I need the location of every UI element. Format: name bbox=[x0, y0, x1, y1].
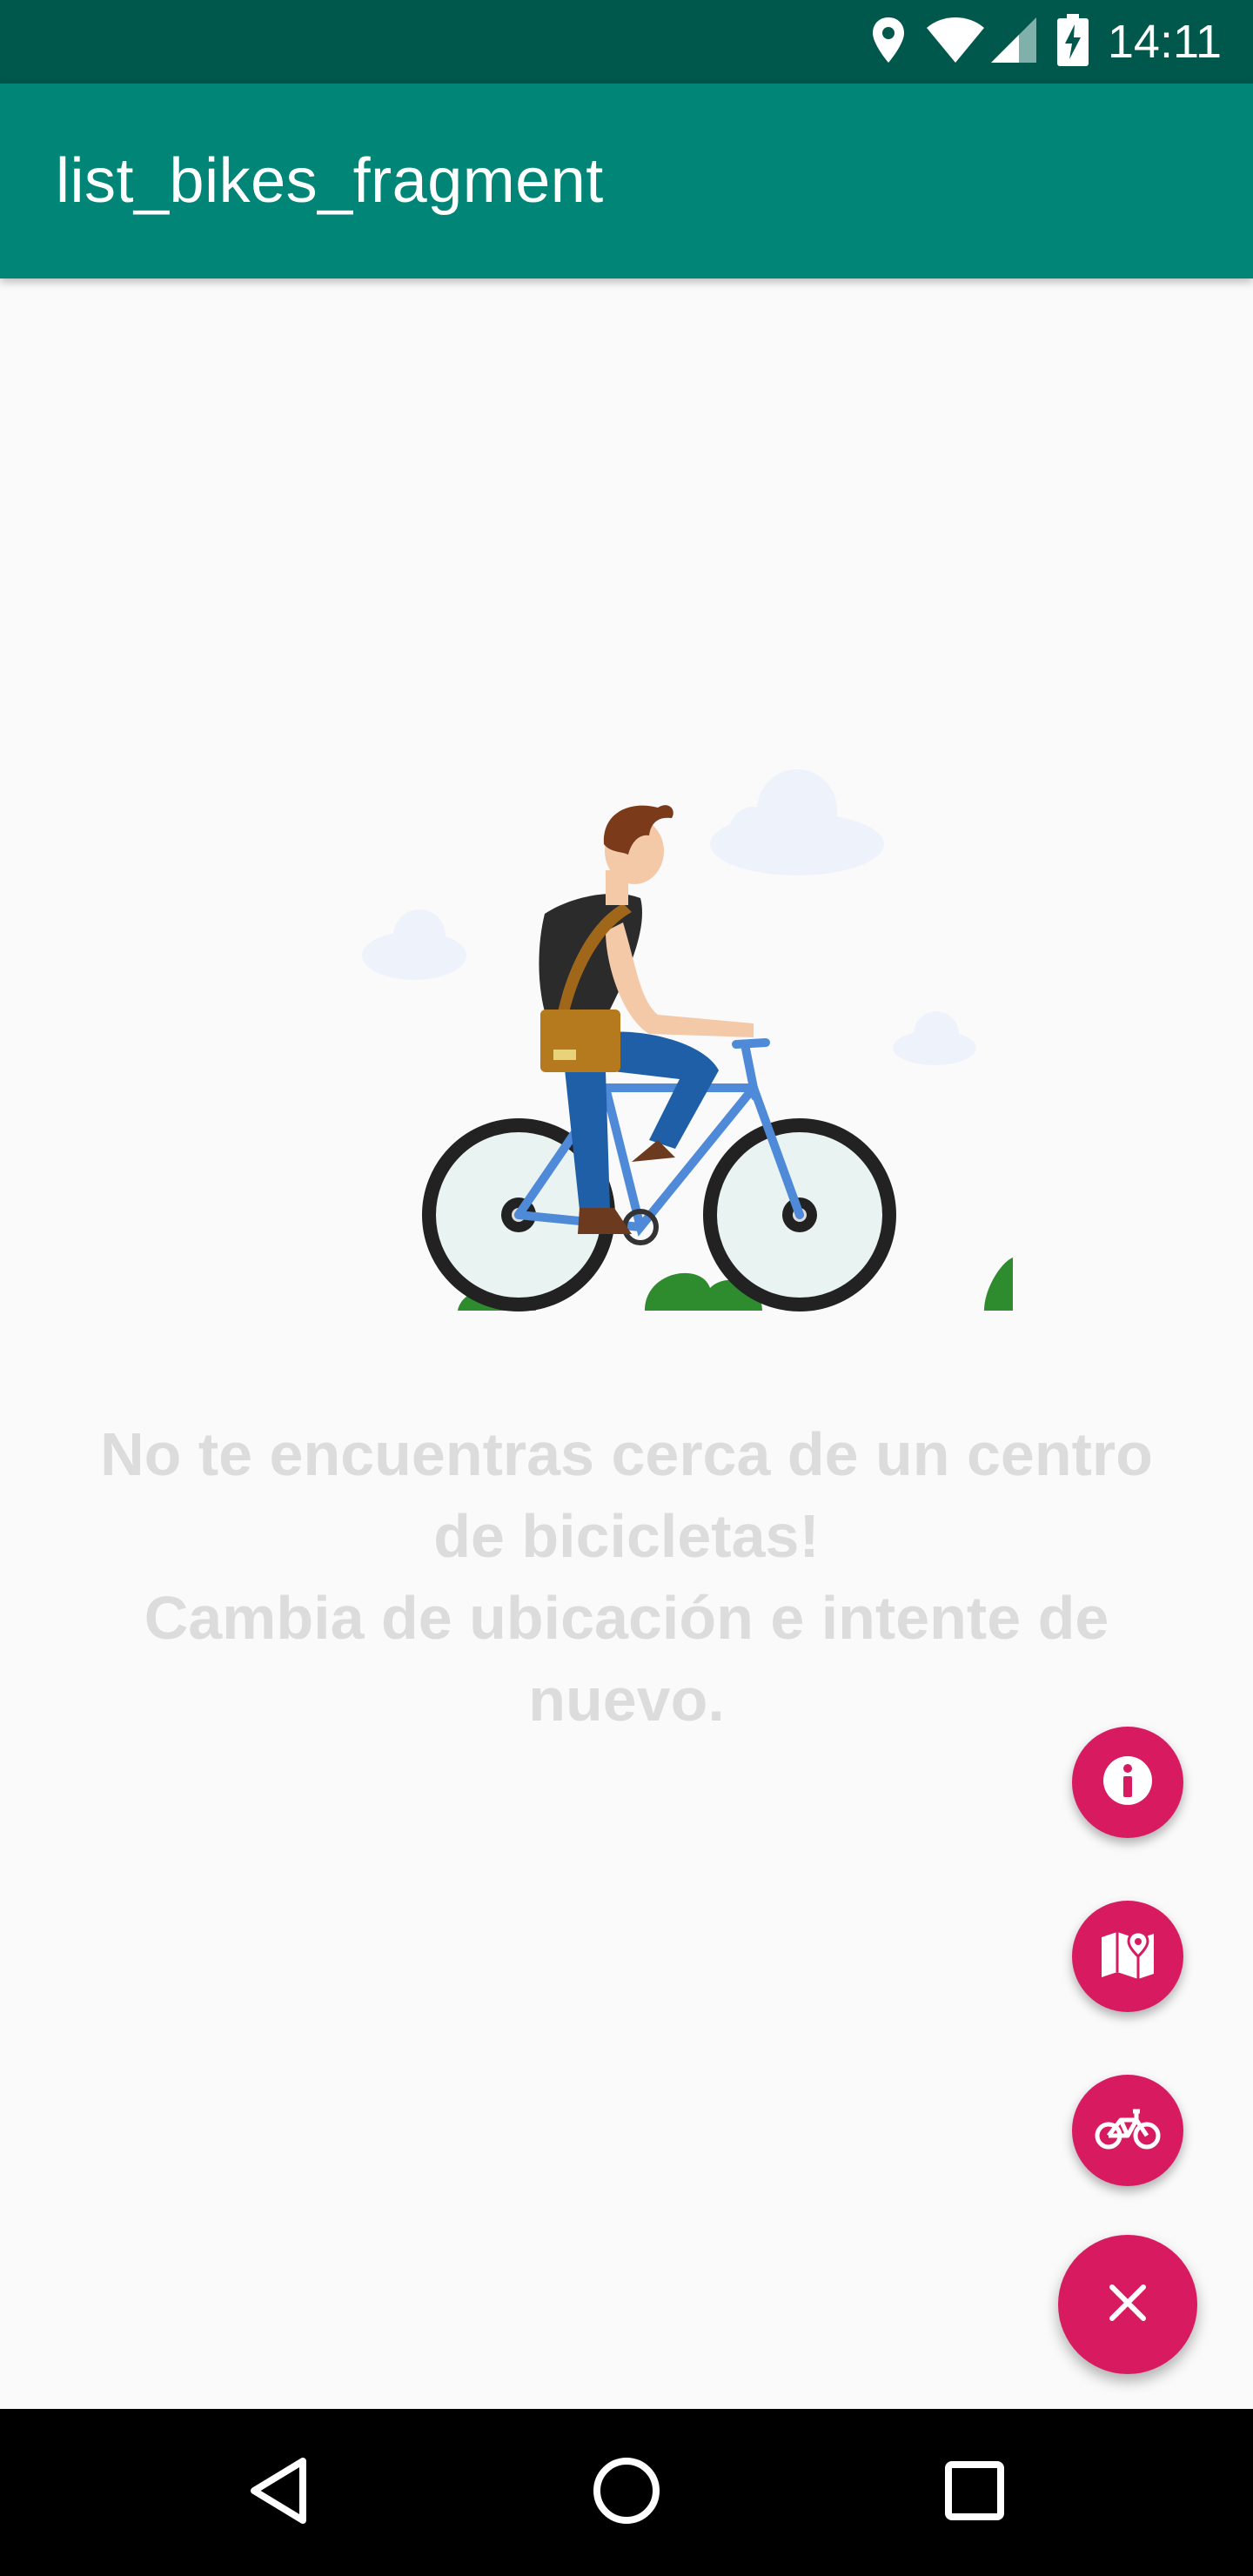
back-icon bbox=[247, 2456, 310, 2530]
info-icon bbox=[1102, 1754, 1154, 1811]
recents-button[interactable] bbox=[926, 2444, 1023, 2541]
map-fab[interactable] bbox=[1072, 1901, 1183, 2012]
home-button[interactable] bbox=[578, 2444, 675, 2541]
bike-icon bbox=[1095, 2106, 1161, 2156]
close-fab-button[interactable] bbox=[1058, 2235, 1197, 2374]
map-icon bbox=[1100, 1929, 1156, 1985]
empty-state-message: No te encuentras cerca de un centro de b… bbox=[35, 1413, 1218, 1741]
empty-state-line: No te encuentras cerca de un centro bbox=[100, 1420, 1153, 1488]
navigation-bar bbox=[0, 2409, 1253, 2576]
page-title: list_bikes_fragment bbox=[56, 146, 604, 216]
location-icon bbox=[871, 16, 906, 69]
recents-icon bbox=[943, 2459, 1006, 2526]
home-icon bbox=[592, 2456, 661, 2530]
cyclist-illustration bbox=[345, 757, 1041, 1314]
back-button[interactable] bbox=[230, 2444, 327, 2541]
info-fab[interactable] bbox=[1072, 1727, 1183, 1838]
app-bar: list_bikes_fragment bbox=[0, 84, 1253, 278]
empty-state-line: nuevo. bbox=[528, 1666, 725, 1734]
wifi-icon bbox=[925, 16, 986, 69]
battery-charging-icon bbox=[1056, 13, 1089, 70]
bike-fab[interactable] bbox=[1072, 2075, 1183, 2186]
signal-icon bbox=[989, 16, 1038, 69]
status-bar: 14:11 bbox=[0, 0, 1253, 84]
close-icon bbox=[1107, 2282, 1149, 2328]
empty-state-line: de bicicletas! bbox=[433, 1502, 820, 1570]
empty-state-line: Cambia de ubicación e intente de bbox=[144, 1584, 1109, 1652]
status-time: 14:11 bbox=[1107, 16, 1222, 68]
